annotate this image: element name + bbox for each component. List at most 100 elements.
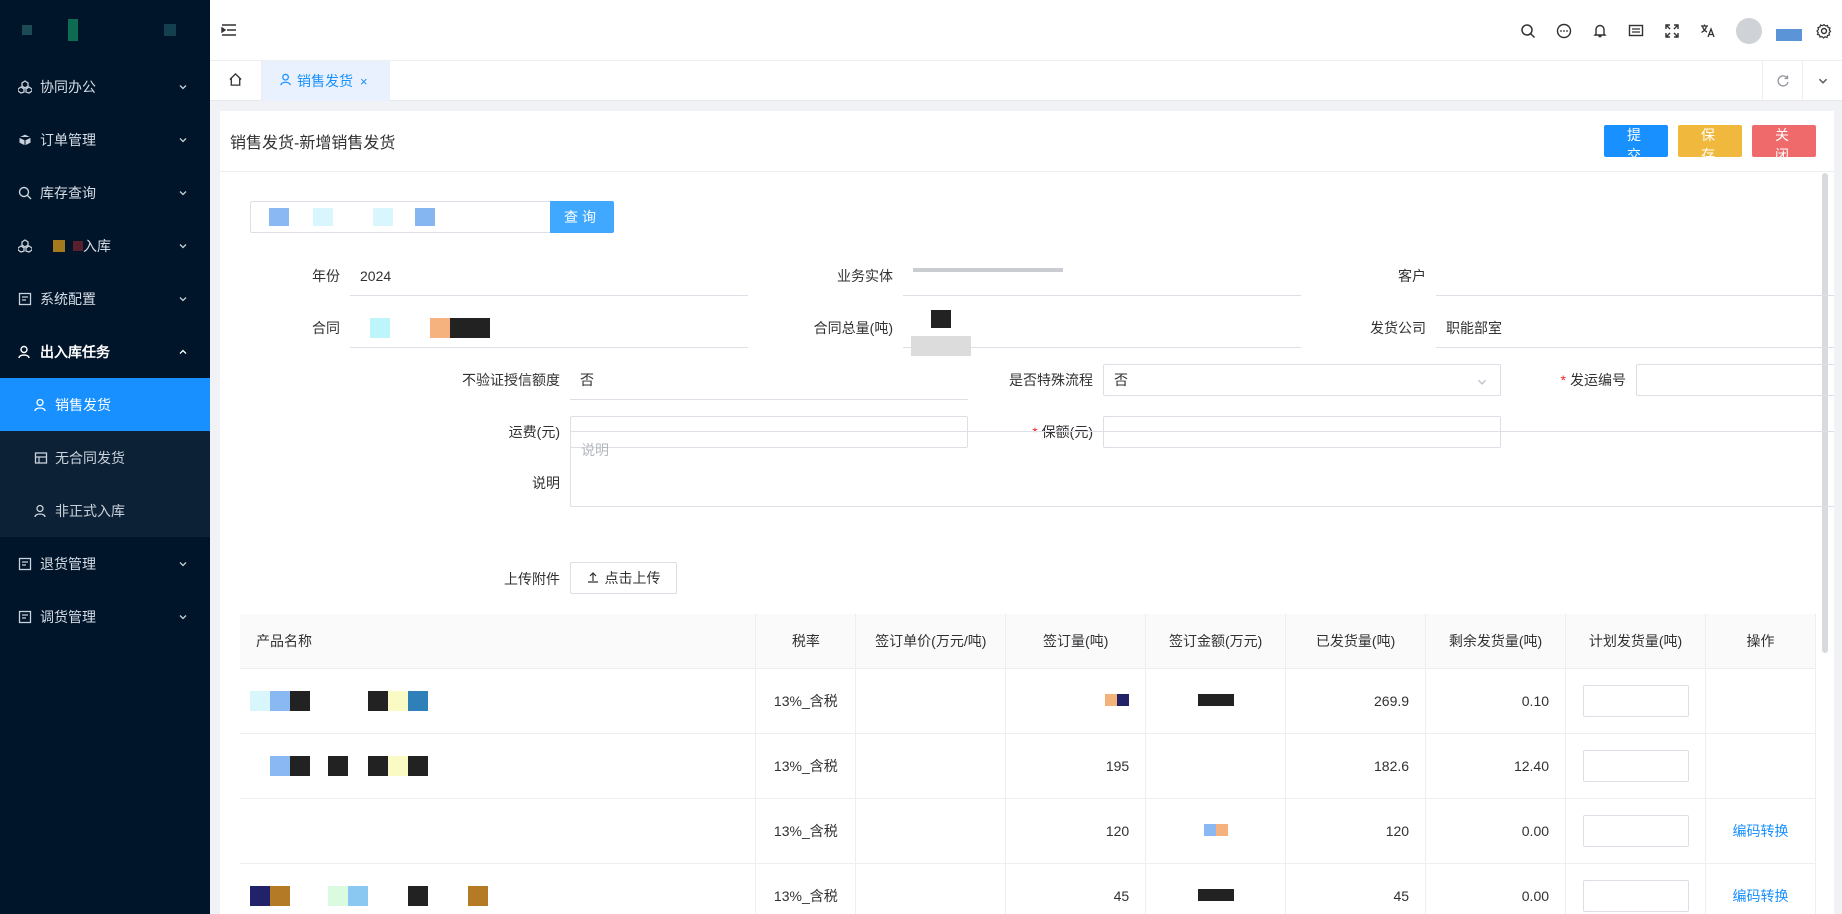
action-cell: 编码转换 [1705, 798, 1817, 864]
sidebar-item-informal-in[interactable]: 非正式入库 [0, 484, 210, 537]
planned-cell [1565, 798, 1706, 864]
page-title: 销售发货-新增销售发货 [230, 135, 396, 152]
contract-value [350, 308, 748, 348]
product-table: 产品名称 税率 签订单价(万元/吨) 签订量(吨) 签订金额(万元) 已发货量(… [240, 614, 1817, 914]
sidebar-item-sales-delivery[interactable]: 销售发货 [0, 378, 210, 431]
form-icon [17, 556, 33, 572]
table-row: 13%_含税 120 120 0.00 编码转换 [240, 798, 1817, 864]
remaining-cell: 12.40 [1425, 733, 1567, 799]
remaining-cell: 0.10 [1425, 668, 1567, 734]
planned-qty-input[interactable] [1582, 814, 1689, 847]
notice-icon[interactable] [1618, 13, 1654, 49]
planned-qty-input[interactable] [1582, 749, 1689, 782]
box-icon [17, 132, 33, 148]
chevron-down-icon [178, 82, 188, 92]
total-field: 合同总量(吨) [750, 308, 1301, 356]
sidebar-item-system[interactable]: 系统配置 [0, 272, 210, 325]
freight-label: 运费(元) [508, 424, 560, 440]
upload-icon [587, 570, 599, 586]
bell-icon[interactable] [1582, 13, 1618, 49]
message-icon[interactable] [1546, 13, 1582, 49]
upload-button[interactable]: 点击上传 [570, 562, 677, 594]
amount-cell [1145, 668, 1287, 734]
fullscreen-icon[interactable] [1654, 13, 1690, 49]
sidebar-item-orders[interactable]: 订单管理 [0, 113, 210, 166]
home-tab[interactable] [210, 61, 262, 101]
search-icon[interactable] [1510, 13, 1546, 49]
amount-cell [1145, 798, 1287, 864]
product-name-cell [240, 668, 757, 734]
chevron-down-icon [178, 294, 188, 304]
sidebar-item-no-contract[interactable]: 无合同发货 [0, 431, 210, 484]
ship-company-value: 职能部室 [1436, 308, 1834, 348]
sidebar: 协同办公 订单管理 库存查询 入库 系统配置 出入库任务 销售发货 无合同发货 … [0, 0, 210, 914]
search-input[interactable] [250, 201, 550, 233]
qty-cell: 120 [1005, 798, 1147, 864]
tab-bar: 销售发货 × [210, 61, 1842, 101]
sidebar-item-tasks[interactable]: 出入库任务 [0, 325, 210, 378]
description-textarea[interactable]: 说明 [570, 431, 1834, 507]
chevron-down-icon [178, 188, 188, 198]
user-icon [17, 344, 33, 360]
contract-field: 合同 [220, 308, 748, 348]
entity-field: 业务实体 [750, 256, 1301, 296]
col-qty: 签订量(吨) [1005, 614, 1147, 669]
sidebar-item-returns[interactable]: 退货管理 [0, 537, 210, 590]
contract-label: 合同 [312, 320, 340, 336]
cubes-icon [17, 238, 33, 254]
search-row: 查询 [250, 201, 614, 233]
action-cell [1705, 733, 1817, 799]
chevron-down-icon [178, 559, 188, 569]
year-value: 2024 [350, 256, 748, 296]
remaining-cell: 0.00 [1425, 798, 1567, 864]
menu-fold-icon[interactable] [221, 22, 237, 38]
sidebar-item-label: 退货管理 [40, 555, 96, 572]
desc-placeholder: 说明 [581, 442, 609, 458]
sidebar-item-transfer[interactable]: 调货管理 [0, 590, 210, 643]
table-row: 13%_含税 269.9 0.10 [240, 668, 1817, 734]
planned-qty-input[interactable] [1582, 684, 1689, 717]
user-name[interactable] [1776, 28, 1802, 41]
special-label: 是否特殊流程 [1009, 372, 1093, 388]
unit-price-cell [855, 668, 1007, 734]
close-icon[interactable]: × [360, 74, 368, 89]
customer-value [1436, 256, 1834, 296]
user-icon [33, 397, 49, 413]
chevron-down-icon [178, 135, 188, 145]
ship-no-field: * 发运编号 [1283, 360, 1834, 400]
code-convert-link[interactable]: 编码转换 [1732, 888, 1788, 904]
main-panel: 销售发货-新增销售发货 提交 保存 关闭 查询 年份 2024 业务实体 客户 … [220, 111, 1834, 914]
form-icon [17, 609, 33, 625]
refresh-icon[interactable] [1762, 61, 1802, 101]
avatar[interactable] [1736, 17, 1762, 44]
sidebar-item-label: 入库 [83, 237, 111, 254]
sidebar-item-inventory[interactable]: 库存查询 [0, 166, 210, 219]
home-icon [228, 72, 243, 90]
qty-cell [1005, 668, 1147, 734]
sidebar-item-collab[interactable]: 协同办公 [0, 60, 210, 113]
ship-no-input[interactable] [1636, 364, 1834, 396]
sidebar-item-warehousing[interactable]: 入库 [0, 219, 210, 272]
close-button[interactable]: 关闭 [1752, 125, 1816, 163]
upload-label: 上传附件 [504, 571, 560, 587]
sidebar-item-label: 调货管理 [40, 608, 96, 625]
query-button[interactable]: 查询 [550, 201, 614, 233]
chevron-down-icon [178, 241, 188, 251]
total-label: 合同总量(吨) [813, 320, 893, 336]
product-name-cell [240, 733, 757, 799]
save-button[interactable]: 保存 [1678, 125, 1742, 163]
gear-icon[interactable] [1812, 13, 1836, 49]
desc-label: 说明 [532, 475, 560, 491]
planned-cell [1565, 733, 1706, 799]
submit-button[interactable]: 提交 [1604, 125, 1668, 163]
special-value: 否 [1114, 372, 1128, 388]
qty-cell: 45 [1005, 863, 1147, 914]
planned-qty-input[interactable] [1582, 879, 1689, 912]
col-amount: 签订金额(万元) [1145, 614, 1287, 669]
sidebar-item-label: 出入库任务 [40, 343, 110, 360]
no-verify-field: 不验证授信额度 [220, 360, 570, 400]
chevron-down-icon[interactable] [1802, 61, 1842, 101]
translate-icon[interactable] [1690, 13, 1726, 49]
tab-sales-delivery[interactable]: 销售发货 × [262, 61, 390, 101]
code-convert-link[interactable]: 编码转换 [1732, 823, 1788, 839]
